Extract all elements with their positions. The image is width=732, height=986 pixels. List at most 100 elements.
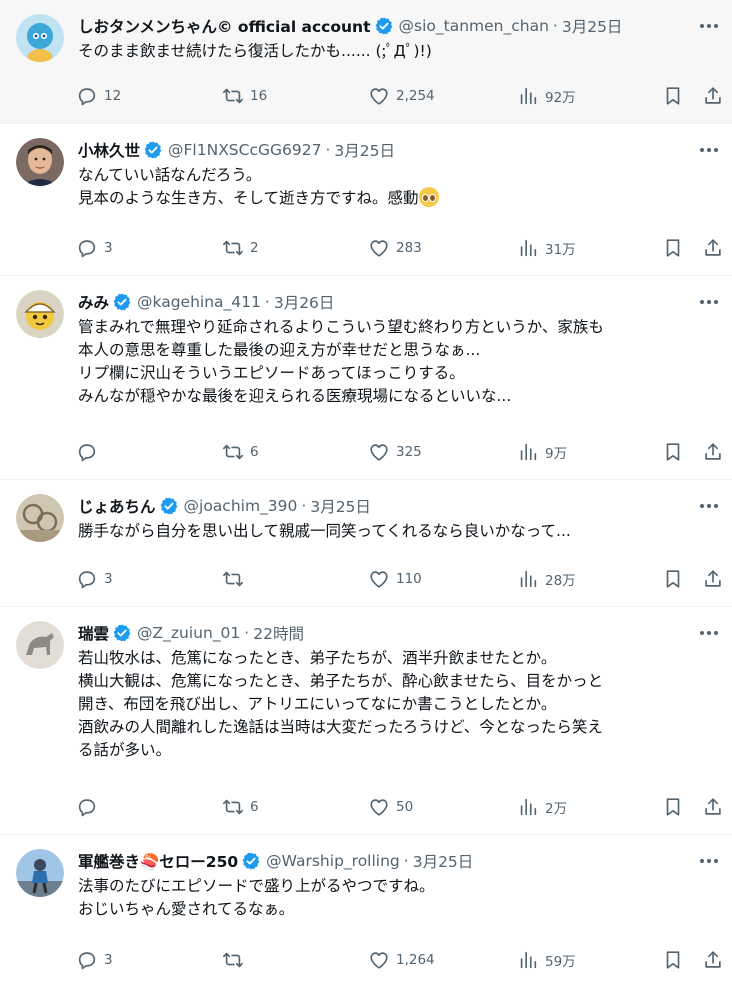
timestamp[interactable]: 3月25日 — [562, 15, 623, 37]
timestamp[interactable]: 3月25日 — [334, 139, 395, 161]
tweet[interactable]: みみ @kagehina_411 · 3月26日 管まみれで無理やり延命されるよ… — [0, 276, 732, 480]
reply-icon — [78, 240, 96, 258]
tweet[interactable]: 軍艦巻き🍣セロー250 @Warship_rolling · 3月25日 法事の… — [0, 835, 732, 986]
views-button[interactable]: 9万 — [517, 439, 567, 465]
reply-button[interactable]: 3 — [76, 566, 113, 592]
share-button[interactable] — [702, 439, 724, 465]
tweet-text-line: る話が多い。 — [78, 741, 172, 759]
tweet-text: 若山牧水は、危篤になったとき、弟子たちが、酒半升飲ませたとか。 横山大観は、危篤… — [78, 647, 718, 762]
tweet-text: 勝手ながら自分を思い出して親戚一同笑ってくれるなら良いかなって... — [78, 520, 718, 543]
bookmark-button[interactable] — [662, 794, 684, 820]
reply-icon — [78, 952, 96, 970]
tweet-feed: しおタンメンちゃん© official account @sio_tanmen_… — [0, 0, 732, 986]
display-name[interactable]: 軍艦巻き🍣セロー250 — [78, 850, 238, 872]
share-button[interactable] — [702, 947, 724, 973]
bookmark-button[interactable] — [662, 947, 684, 973]
views-button[interactable]: 28万 — [517, 566, 576, 592]
separator: · — [244, 624, 250, 642]
retweet-icon — [223, 571, 243, 587]
separator: · — [301, 497, 307, 515]
more-options-icon[interactable] — [696, 290, 722, 314]
avatar[interactable] — [16, 849, 64, 897]
user-handle[interactable]: @Warship_rolling — [266, 852, 400, 870]
retweet-icon — [223, 240, 243, 256]
bookmark-button[interactable] — [662, 83, 684, 109]
share-icon — [705, 87, 721, 104]
views-count: 31万 — [545, 242, 576, 258]
reply-count: 3 — [104, 240, 113, 256]
user-handle[interactable]: @Z_zuiun_01 — [137, 624, 240, 642]
tweet[interactable]: 瑞雲 @Z_zuiun_01 · 22時間 若山牧水は、危篤になったとき、弟子た… — [0, 607, 732, 835]
user-handle[interactable]: @Fl1NXSCcGG6927 — [168, 141, 321, 159]
tweet-text-line: 法事のたびにエピソードで盛り上がるやつですね。 — [78, 877, 435, 895]
bookmark-button[interactable] — [662, 235, 684, 261]
retweet-button[interactable] — [222, 566, 250, 592]
like-button[interactable]: 1,264 — [368, 947, 435, 973]
views-icon — [520, 951, 537, 969]
more-options-icon[interactable] — [696, 14, 722, 38]
retweet-button[interactable]: 16 — [222, 83, 267, 109]
display-name[interactable]: 瑞雲 — [78, 622, 109, 644]
display-name[interactable]: 小林久世 — [78, 139, 140, 161]
share-button[interactable] — [702, 235, 724, 261]
like-button[interactable]: 50 — [368, 794, 413, 820]
display-name[interactable]: じょあちん — [78, 495, 156, 517]
retweet-button[interactable]: 6 — [222, 794, 259, 820]
share-button[interactable] — [702, 566, 724, 592]
more-options-icon[interactable] — [696, 494, 722, 518]
reply-button[interactable] — [76, 794, 104, 820]
bookmark-button[interactable] — [662, 439, 684, 465]
more-options-icon[interactable] — [696, 621, 722, 645]
views-button[interactable]: 31万 — [517, 235, 576, 261]
display-name[interactable]: しおタンメンちゃん© official account — [78, 15, 371, 37]
timestamp[interactable]: 22時間 — [253, 622, 304, 644]
retweet-button[interactable]: 2 — [222, 235, 259, 261]
like-button[interactable]: 283 — [368, 235, 422, 261]
reply-button[interactable]: 12 — [76, 83, 121, 109]
reply-button[interactable]: 3 — [76, 947, 113, 973]
user-handle[interactable]: @kagehina_411 — [137, 293, 261, 311]
timestamp[interactable]: 3月25日 — [310, 495, 371, 517]
tweet-text: 管まみれで無理やり延命されるよりこういう望む終わり方というか、家族も 本人の意思… — [78, 316, 718, 408]
like-button[interactable]: 110 — [368, 566, 422, 592]
tweet[interactable]: 小林久世 @Fl1NXSCcGG6927 · 3月25日 なんていい話なんだろう… — [0, 124, 732, 276]
views-button[interactable]: 2万 — [517, 794, 567, 820]
tweet[interactable]: しおタンメンちゃん© official account @sio_tanmen_… — [0, 0, 732, 124]
avatar[interactable] — [16, 14, 64, 62]
views-icon — [520, 570, 537, 588]
separator: · — [325, 141, 331, 159]
tweet-text-line: 横山大観は、危篤になったとき、弟子たちが、酔心飲ませたら、目をかっと — [78, 672, 604, 690]
views-button[interactable]: 92万 — [517, 83, 576, 109]
tweet[interactable]: じょあちん @joachim_390 · 3月25日 勝手ながら自分を思い出して… — [0, 480, 732, 607]
reply-count: 12 — [104, 88, 122, 104]
bookmark-icon — [666, 570, 680, 588]
bookmark-button[interactable] — [662, 566, 684, 592]
tweet-text-line: 管まみれで無理やり延命されるよりこういう望む終わり方というか、家族も — [78, 318, 604, 336]
avatar[interactable] — [16, 494, 64, 542]
like-button[interactable]: 325 — [368, 439, 422, 465]
timestamp[interactable]: 3月26日 — [274, 291, 335, 313]
user-handle[interactable]: @sio_tanmen_chan — [399, 17, 549, 35]
tweet-text-line: 若山牧水は、危篤になったとき、弟子たちが、酒半升飲ませたとか。 — [78, 649, 557, 667]
reply-button[interactable]: 3 — [76, 235, 113, 261]
timestamp[interactable]: 3月25日 — [413, 850, 474, 872]
more-options-icon[interactable] — [696, 138, 722, 162]
share-button[interactable] — [702, 83, 724, 109]
reply-button[interactable] — [76, 439, 104, 465]
views-button[interactable]: 59万 — [517, 947, 576, 973]
user-handle[interactable]: @joachim_390 — [184, 497, 298, 515]
more-options-icon[interactable] — [696, 849, 722, 873]
tweet-text: なんていい話なんだろう。 見本のような生き方、そして逝き方ですね。感動 — [78, 164, 718, 210]
retweet-count: 16 — [250, 88, 268, 104]
retweet-button[interactable]: 6 — [222, 439, 259, 465]
views-count: 9万 — [545, 446, 568, 462]
avatar[interactable] — [16, 621, 64, 669]
avatar[interactable] — [16, 290, 64, 338]
display-name[interactable]: みみ — [78, 291, 109, 313]
like-button[interactable]: 2,254 — [368, 83, 435, 109]
bookmark-icon — [666, 951, 680, 969]
avatar[interactable] — [16, 138, 64, 186]
reply-count: 3 — [104, 952, 113, 968]
retweet-button[interactable] — [222, 947, 250, 973]
share-button[interactable] — [702, 794, 724, 820]
